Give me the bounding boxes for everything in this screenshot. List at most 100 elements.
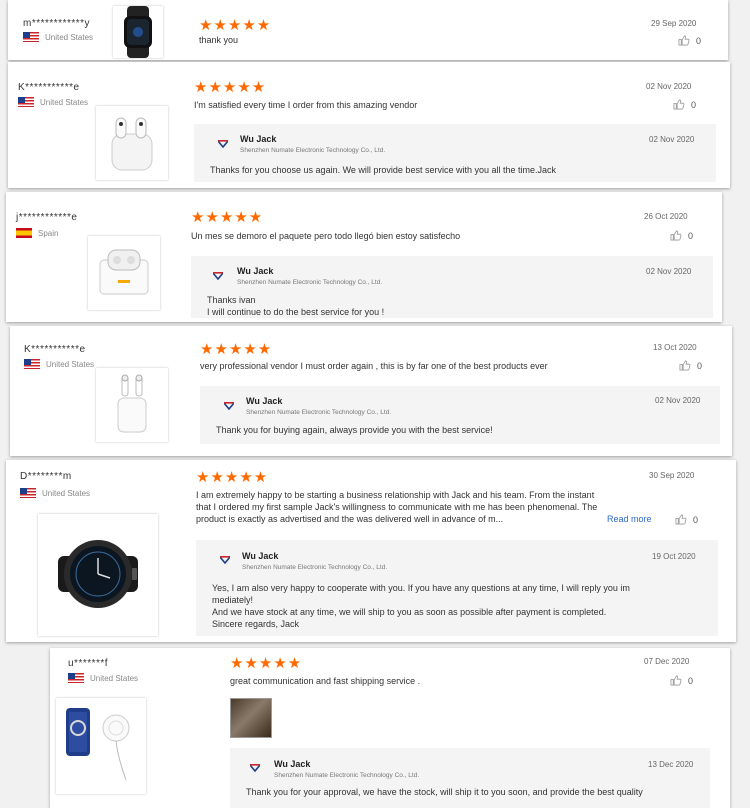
like-count: 0: [693, 514, 699, 525]
read-more-link[interactable]: Read more: [607, 514, 652, 524]
like-button[interactable]: 0: [679, 360, 702, 371]
reviewer-country: United States: [24, 359, 94, 369]
seller-logo-icon: [213, 272, 223, 280]
review-date: 26 Oct 2020: [644, 212, 688, 221]
us-flag-icon: [20, 488, 36, 498]
review-date: 07 Dec 2020: [644, 657, 690, 666]
product-image[interactable]: [96, 368, 168, 442]
like-button[interactable]: 0: [675, 514, 698, 525]
like-button[interactable]: 0: [673, 99, 696, 110]
thumbs-up-icon: [673, 99, 685, 110]
thumbs-up-icon: [670, 230, 682, 241]
seller-name: Wu Jack: [246, 396, 283, 406]
earbuds-box-image: [99, 249, 149, 295]
product-image[interactable]: [88, 236, 160, 310]
reply-date: 02 Nov 2020: [649, 135, 695, 144]
thumbs-up-icon: [670, 675, 682, 686]
review-date: 02 Nov 2020: [646, 82, 692, 91]
phone-charger-image: [66, 708, 130, 781]
reply-text-line: Sincere regards, Jack: [212, 619, 300, 629]
seller-logo-icon: [250, 764, 260, 772]
reviewer-name: K***********e: [24, 344, 86, 355]
earbuds-open-image: [117, 374, 147, 433]
country-label: United States: [45, 32, 94, 42]
seller-company: Shenzhen Numate Electronic Technology Co…: [242, 564, 388, 571]
review-date: 29 Sep 2020: [651, 19, 697, 28]
product-image[interactable]: [113, 6, 163, 58]
reply-text-line: And we have stock at any time, we will s…: [212, 607, 607, 617]
review-card: K***********e United States ★★★★★ very p…: [10, 326, 732, 456]
country-label: United States: [42, 488, 91, 498]
reply-text-line: Thanks ivan: [207, 295, 256, 305]
seller-name: Wu Jack: [240, 134, 277, 144]
us-flag-icon: [68, 673, 84, 683]
seller-reply: Wu Jack Shenzhen Numate Electronic Techn…: [194, 124, 716, 182]
us-flag-icon: [18, 97, 34, 107]
review-card: K***********e United States ★★★★★ I'm sa…: [8, 62, 730, 188]
review-text: very professional vendor I must order ag…: [200, 361, 548, 371]
seller-name: Wu Jack: [237, 266, 274, 276]
us-flag-icon: [23, 32, 39, 42]
review-date: 13 Oct 2020: [653, 343, 697, 352]
review-text: great communication and fast shipping se…: [230, 676, 421, 686]
seller-company: Shenzhen Numate Electronic Technology Co…: [237, 279, 383, 286]
star-rating: ★★★★★: [199, 17, 272, 34]
country-label: United States: [40, 97, 89, 107]
review-text-line: that I ordered my first sample Jack's wi…: [196, 502, 598, 512]
like-button[interactable]: 0: [670, 675, 693, 686]
reply-text: Thank you for your approval, we have the…: [246, 787, 643, 797]
star-rating: ★★★★★: [200, 341, 273, 358]
like-count: 0: [691, 99, 697, 110]
like-count: 0: [696, 35, 702, 46]
review-text: Un mes se demoro el paquete pero todo ll…: [191, 231, 461, 241]
star-rating: ★★★★★: [191, 209, 264, 226]
country-label: Spain: [38, 228, 59, 238]
reply-date: 02 Nov 2020: [655, 396, 701, 405]
reviewer-country: Spain: [16, 228, 58, 238]
country-label: United States: [90, 673, 139, 683]
earbuds-image: [111, 117, 153, 171]
reply-text-line: I will continue to do the best service f…: [207, 307, 385, 317]
star-rating: ★★★★★: [230, 655, 303, 672]
like-button[interactable]: 0: [678, 35, 701, 46]
thumbs-up-icon: [679, 360, 691, 371]
reply-date: 19 Oct 2020: [652, 552, 696, 561]
reviewer-name: D********m: [20, 471, 72, 482]
reviewer-name: j************e: [16, 212, 78, 223]
seller-reply: Wu Jack Shenzhen Numate Electronic Techn…: [200, 386, 720, 444]
like-button[interactable]: 0: [670, 230, 693, 241]
product-image[interactable]: [96, 106, 168, 180]
star-rating: ★★★★★: [196, 469, 269, 486]
review-text: thank you: [199, 35, 239, 45]
seller-reply: Wu Jack Shenzhen Numate Electronic Techn…: [191, 256, 713, 318]
seller-reply: Wu Jack Shenzhen Numate Electronic Techn…: [196, 540, 718, 636]
country-label: United States: [46, 359, 95, 369]
review-photo[interactable]: [230, 698, 272, 738]
reviewer-country: United States: [20, 488, 90, 498]
review-date: 30 Sep 2020: [649, 471, 695, 480]
review-card: D********m United States ★★★★★ I am extr…: [6, 460, 736, 642]
reply-text-line: Yes, I am also very happy to cooperate w…: [212, 583, 630, 593]
review-text-line: I am extremely happy to be starting a bu…: [196, 490, 595, 500]
smartwatch-image: [58, 540, 138, 608]
seller-company: Shenzhen Numate Electronic Technology Co…: [274, 772, 420, 779]
us-flag-icon: [24, 359, 40, 369]
reviewer-country: United States: [18, 97, 88, 107]
product-image[interactable]: [56, 698, 146, 794]
review-text: I'm satisfied every time I order from th…: [194, 100, 418, 110]
review-card: u*******f United States ★★★★★ great comm…: [50, 648, 730, 808]
reviewer-name: K***********e: [18, 82, 80, 93]
like-count: 0: [688, 230, 694, 241]
reply-text: Thank you for buying again, always provi…: [216, 425, 493, 435]
thumbs-up-icon: [675, 514, 687, 525]
reviewer-country: United States: [68, 673, 138, 683]
reply-date: 02 Nov 2020: [646, 267, 692, 276]
seller-name: Wu Jack: [242, 551, 279, 561]
reply-text-line: mediately!: [212, 595, 254, 605]
spain-flag-icon: [16, 228, 32, 238]
seller-company: Shenzhen Numate Electronic Technology Co…: [240, 147, 386, 154]
thumbs-up-icon: [678, 35, 690, 46]
reviewer-name: u*******f: [68, 658, 109, 669]
reply-date: 13 Dec 2020: [648, 760, 694, 769]
product-image[interactable]: [38, 514, 158, 636]
